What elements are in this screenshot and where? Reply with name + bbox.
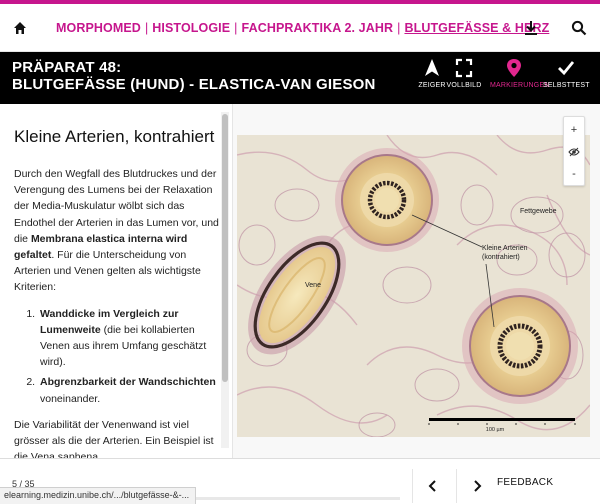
map-pin-icon (507, 59, 521, 77)
home-button[interactable] (8, 16, 32, 40)
section-heading: Kleine Arterien, kontrahiert (14, 127, 215, 146)
previous-page-button[interactable] (412, 469, 452, 503)
slide-title-bar: PRÄPARAT 48: BLUTGEFÄSSE (HUND) - ELASTI… (0, 52, 600, 104)
tool-markierungen[interactable]: MARKIERUNGEN (490, 58, 550, 98)
bold-term: Abgrenzbarkeit der Wandschichten (40, 376, 216, 389)
slide-name-title: BLUTGEFÄSSE (HUND) - ELASTICA-VAN GIESON (12, 76, 376, 93)
breadcrumb-fachpraktika[interactable]: FACHPRAKTIKA 2. JAHR (242, 21, 394, 35)
list-item: Abgrenzbarkeit der Wandschichten voneina… (38, 374, 220, 406)
checkmark-icon (558, 61, 575, 76)
feedback-button[interactable]: FEEDBACK (497, 477, 553, 488)
description-panel: Kleine Arterien, kontrahiert Durch den W… (0, 104, 232, 458)
breadcrumb-histologie[interactable]: HISTOLOGIE (152, 21, 230, 35)
chevron-right-icon (473, 480, 481, 492)
fullscreen-icon (455, 58, 473, 78)
description-paragraph-1: Durch den Wegfall des Blutdruckes und de… (14, 166, 220, 296)
zoom-out-icon: - (572, 168, 576, 180)
label-kontrahiert: (kontrahiert) (482, 254, 520, 261)
scale-bar-label: 100 µm (486, 427, 505, 433)
tool-vollbild[interactable]: VOLLBILD (441, 58, 487, 98)
search-icon (571, 20, 587, 36)
breadcrumb-separator: | (144, 21, 149, 35)
pointer-arrow-icon (425, 59, 439, 76)
tool-selbsttest-label: SELBSTTEST (543, 82, 590, 89)
slide-number-title: PRÄPARAT 48: (12, 59, 122, 76)
list-item: Wanddicke im Vergleich zur Lumenweite (d… (38, 306, 220, 371)
breadcrumb-separator: | (234, 21, 238, 35)
top-navbar: MORPHOMED | HISTOLOGIE | FACHPRAKTIKA 2. JAH… (0, 4, 600, 52)
list-item-text: voneinander. (40, 392, 101, 405)
scale-bar (429, 418, 575, 421)
tool-selbsttest[interactable]: SELBSTTEST (543, 58, 590, 98)
browser-status-url: elearning.medizin.unibe.ch/.../blutgefäs… (0, 487, 197, 504)
label-vene: Vene (305, 282, 321, 289)
label-kleine-arterien: Kleine Arterien (482, 245, 528, 252)
download-icon (525, 21, 537, 35)
criteria-list: Wanddicke im Vergleich zur Lumenweite (d… (38, 306, 220, 407)
breadcrumb: MORPHOMED | HISTOLOGIE | FACHPRAKTIKA 2. JAH… (56, 21, 549, 35)
next-page-button[interactable] (456, 469, 496, 503)
histology-micrograph[interactable]: Vene Fettgewebe Kleine Arterien (kontrah… (237, 135, 590, 437)
description-paragraph-2: Die Variabilität der Venenwand ist viel … (14, 418, 214, 458)
download-button[interactable] (519, 16, 543, 40)
zoom-in-button[interactable]: + (564, 119, 584, 141)
chevron-left-icon (428, 480, 436, 492)
tool-vollbild-label: VOLLBILD (446, 82, 482, 89)
image-viewer-panel: Vene Fettgewebe Kleine Arterien (kontrah… (233, 104, 600, 458)
zoom-out-button[interactable]: - (564, 163, 584, 185)
home-icon (14, 22, 26, 34)
label-fettgewebe: Fettgewebe (520, 208, 557, 215)
eye-icon (568, 147, 580, 157)
breadcrumb-morphomed[interactable]: MORPHOMED (56, 21, 141, 35)
zoom-in-icon: + (570, 124, 578, 136)
tool-markierungen-label: MARKIERUNGEN (490, 82, 550, 89)
search-button[interactable] (567, 16, 591, 40)
scrollbar-thumb[interactable] (222, 114, 228, 382)
toggle-markers-button[interactable] (564, 141, 584, 163)
zoom-controls: + - (563, 116, 585, 186)
breadcrumb-separator: | (397, 21, 401, 35)
